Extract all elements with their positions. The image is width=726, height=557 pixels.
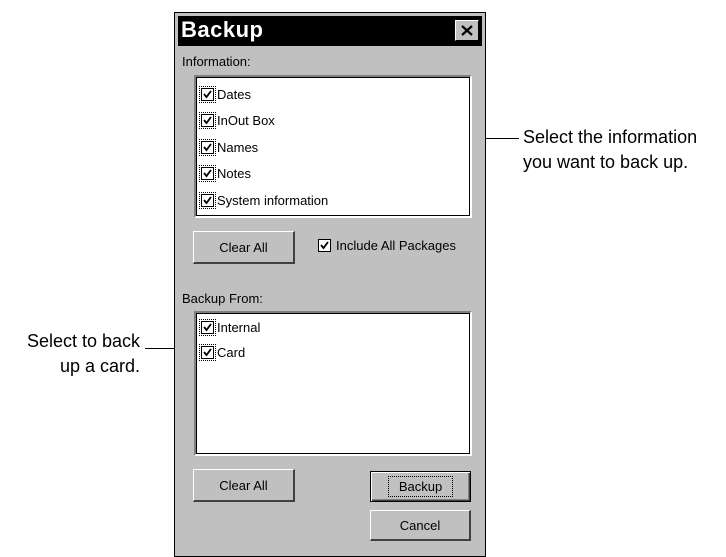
close-icon — [461, 25, 473, 36]
information-list-item-label: Notes — [217, 166, 251, 181]
information-list-item-checkbox[interactable] — [199, 138, 216, 156]
backup-from-label: Backup From: — [182, 291, 263, 306]
dialog-title: Backup — [181, 17, 264, 42]
checkmark-icon — [320, 241, 329, 250]
checkmark-icon — [203, 347, 212, 356]
cancel-button-label: Cancel — [399, 517, 441, 533]
backup-from-list-item-checkbox[interactable] — [199, 343, 216, 361]
backup-from-list-item-label: Internal — [217, 319, 261, 335]
information-list-item[interactable]: Dates — [199, 83, 251, 105]
include-all-packages-option[interactable]: Include All Packages — [318, 238, 456, 253]
information-clear-all-button[interactable]: Clear All — [193, 231, 295, 264]
checkmark-icon — [203, 142, 212, 151]
checkmark-icon — [203, 322, 212, 331]
callout-card-line1: Select to back — [26, 331, 140, 351]
cancel-button[interactable]: Cancel — [370, 510, 471, 541]
checkmark-icon — [203, 169, 212, 178]
information-list-item-label: InOut Box — [217, 113, 275, 128]
information-list-item[interactable]: Names — [199, 136, 259, 158]
callout-information: Select the information you want to back … — [523, 125, 697, 175]
information-list-item-label: Names — [217, 139, 259, 155]
close-button[interactable] — [455, 20, 479, 41]
information-list-item[interactable]: Notes — [199, 163, 251, 185]
include-all-packages-label: Include All Packages — [336, 238, 456, 253]
information-list[interactable]: Dates InOut Box Names Notes System informati… — [194, 75, 472, 218]
information-list-item-label: Dates — [217, 86, 251, 102]
backup-from-list[interactable]: Internal Card — [194, 311, 472, 456]
backup-from-list-item[interactable]: Internal — [199, 316, 261, 338]
callout-information-line1: Select the information — [523, 127, 698, 147]
information-list-item-checkbox[interactable] — [199, 85, 216, 103]
checkmark-icon — [203, 89, 212, 98]
title-bar: Backup — [178, 16, 482, 46]
backup-button[interactable]: Backup — [370, 471, 471, 502]
checkmark-icon — [203, 116, 212, 125]
information-label: Information: — [182, 54, 251, 69]
include-all-packages-checkbox[interactable] — [318, 239, 331, 252]
information-list-item[interactable]: System information — [199, 189, 329, 211]
backup-from-list-item-label: Card — [217, 344, 246, 360]
checkmark-icon — [203, 195, 212, 204]
callout-information-line2: you want to back up. — [523, 152, 689, 172]
backup-from-clear-all-button[interactable]: Clear All — [193, 469, 295, 502]
information-list-item-checkbox[interactable] — [199, 165, 216, 182]
information-list-item-checkbox[interactable] — [199, 112, 216, 129]
information-list-item-label: System information — [217, 192, 329, 208]
callout-card-line2: up a card. — [59, 356, 140, 376]
information-list-item-checkbox[interactable] — [199, 191, 216, 209]
backup-button-label: Backup — [387, 476, 454, 497]
backup-from-clear-all-label: Clear All — [219, 477, 268, 493]
information-list-item[interactable]: InOut Box — [199, 110, 275, 132]
information-clear-all-label: Clear All — [219, 239, 268, 255]
callout-card: Select to back up a card. — [6, 329, 140, 379]
backup-from-list-item-checkbox[interactable] — [199, 318, 216, 336]
backup-dialog: Backup Information: Dates InOut Box Names N… — [174, 12, 486, 557]
backup-from-list-item[interactable]: Card — [199, 341, 246, 363]
